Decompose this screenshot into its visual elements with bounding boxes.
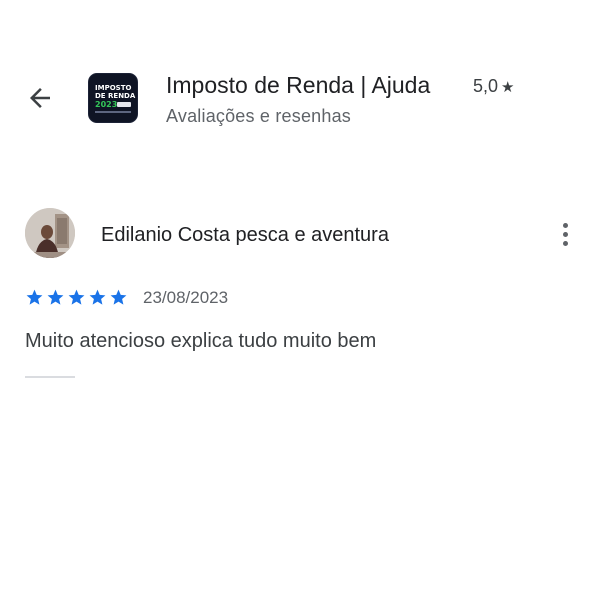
review-text: Muito atencioso explica tudo muito bem — [25, 330, 377, 352]
app-title: Imposto de Renda | Ajuda — [166, 72, 431, 98]
arrow-left-icon — [30, 88, 50, 108]
review-date: 23/08/2023 — [143, 288, 229, 307]
back-button[interactable] — [22, 80, 58, 116]
avatar-photo — [25, 208, 75, 258]
star-icon: ★ — [501, 78, 515, 96]
star-icon — [26, 289, 43, 305]
app-icon: IMPOSTO DE RENDA 2023 — [88, 73, 138, 123]
more-options-button[interactable] — [552, 220, 578, 248]
rating-stars — [25, 288, 128, 307]
more-vert-icon-dot — [562, 240, 568, 246]
app-icon-text-line1: IMPOSTO — [95, 84, 132, 92]
star-icon — [110, 289, 127, 305]
app-icon-text-line2: DE RENDA — [95, 92, 136, 100]
page-subtitle: Avaliações e resenhas — [166, 106, 351, 126]
more-vert-icon-dot — [562, 231, 568, 237]
app-rating: 5,0 ★ — [473, 76, 514, 97]
app-icon-text-year: 2023 — [95, 100, 118, 109]
star-icon — [89, 289, 106, 305]
more-vert-icon-dot — [562, 222, 568, 228]
review-rating — [25, 288, 128, 307]
app-icon-badge — [117, 102, 131, 107]
reviewer-avatar — [25, 208, 75, 258]
divider — [25, 376, 75, 378]
star-icon — [68, 289, 85, 305]
app-rating-value: 5,0 — [473, 76, 499, 96]
star-icon — [47, 289, 64, 305]
reviewer-name: Edilanio Costa pesca e aventura — [101, 224, 389, 246]
app-icon-tagline — [95, 111, 131, 113]
reviews-page: IMPOSTO DE RENDA 2023 Imposto de Renda |… — [0, 0, 600, 600]
